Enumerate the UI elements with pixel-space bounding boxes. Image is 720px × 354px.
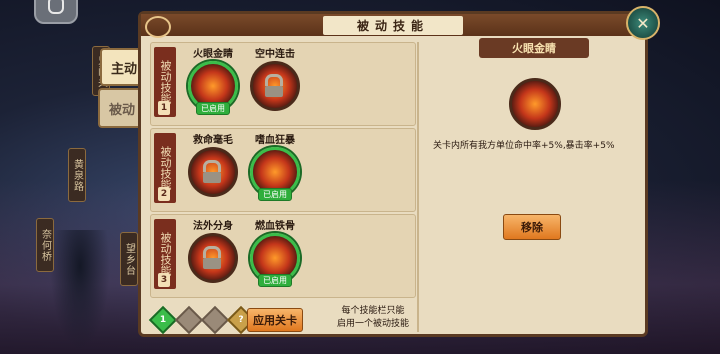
- row-number: 1: [158, 101, 170, 115]
- panel-divider: [417, 42, 419, 332]
- lock-icon[interactable]: [250, 61, 300, 111]
- detail-title: 火眼金睛: [479, 38, 589, 58]
- hint-line-1: 每个技能栏只能: [341, 306, 405, 316]
- title-bar: 被动技能: [141, 14, 645, 38]
- skill-detail: 火眼金睛 关卡内所有我方单位命中率+5%,暴击率+5% 移除: [421, 38, 647, 334]
- berserk-icon[interactable]: 已启用: [250, 147, 300, 201]
- enabled-badge: 已启用: [196, 102, 230, 115]
- sign-wangxiang-terrace: 望乡台: [120, 232, 138, 286]
- skill-row-3: 被动技能 3 法外分身 燃血铁骨 已启用: [150, 214, 416, 298]
- preset-gem-3-lock-icon[interactable]: [200, 305, 230, 335]
- skill-name: 法外分身: [193, 221, 233, 232]
- skill-name: 救命毫毛: [193, 135, 233, 146]
- sign-yellow-spring: 黄泉路: [68, 148, 86, 202]
- close-icon: ✕: [636, 13, 650, 33]
- fire-eye-icon: [509, 78, 561, 130]
- row-number: 3: [158, 273, 170, 287]
- cup-icon: [48, 0, 64, 14]
- iron-bone-icon[interactable]: 已启用: [250, 233, 300, 287]
- lock-icon[interactable]: [188, 233, 238, 283]
- remove-button[interactable]: 移除: [503, 214, 561, 240]
- background-tree: [50, 230, 110, 350]
- skill-clone[interactable]: 法外分身: [183, 217, 243, 283]
- skill-name: 空中连击: [255, 49, 295, 60]
- enabled-badge: 已启用: [258, 188, 292, 201]
- skill-iron-bone[interactable]: 燃血铁骨 已启用: [245, 217, 305, 287]
- skill-name: 火眼金睛: [193, 49, 233, 60]
- swirl-ornament-icon: [145, 16, 171, 38]
- fire-eye-icon[interactable]: 已启用: [188, 61, 238, 115]
- passive-skill-panel: 被动技能 被动技能 1 火眼金睛 已启用 空中连击 被动技能 2 救命毫毛 嗜血…: [138, 11, 648, 337]
- enabled-badge: 已启用: [258, 274, 292, 287]
- hint-text: 每个技能栏只能 启用一个被动技能: [327, 305, 419, 331]
- top-corner-button[interactable]: [34, 0, 78, 24]
- sign-naihe-bridge: 奈何桥: [36, 218, 54, 272]
- skill-row-2: 被动技能 2 救命毫毛 嗜血狂暴 已启用: [150, 128, 416, 212]
- skill-name: 燃血铁骨: [255, 221, 295, 232]
- skill-air-combo[interactable]: 空中连击: [245, 45, 305, 111]
- detail-description: 关卡内所有我方单位命中率+5%,暴击率+5%: [433, 141, 615, 151]
- skill-blood-rage[interactable]: 嗜血狂暴 已启用: [245, 131, 305, 201]
- preset-gem-2-lock-icon[interactable]: [174, 305, 204, 335]
- skill-row-1: 被动技能 1 火眼金睛 已启用 空中连击: [150, 42, 416, 126]
- skill-life-hair[interactable]: 救命毫毛: [183, 131, 243, 197]
- panel-title: 被动技能: [322, 15, 463, 35]
- skill-name: 嗜血狂暴: [255, 135, 295, 146]
- apply-stage-button[interactable]: 应用关卡: [247, 308, 303, 332]
- skill-fire-eye[interactable]: 火眼金睛 已启用: [183, 45, 243, 115]
- preset-gem-1[interactable]: 1: [148, 305, 178, 335]
- row-number: 2: [158, 187, 170, 201]
- close-button[interactable]: ✕: [626, 6, 660, 40]
- hint-line-2: 启用一个被动技能: [336, 319, 409, 329]
- lock-icon[interactable]: [188, 147, 238, 197]
